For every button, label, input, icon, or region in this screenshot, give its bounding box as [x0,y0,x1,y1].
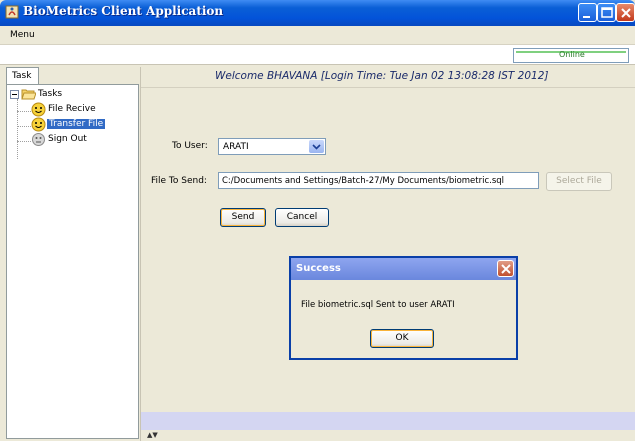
sign-out-icon [32,133,45,146]
tab-task[interactable]: Task [6,67,39,84]
dialog-title: Success [296,263,341,274]
menu-bar: Menu [0,26,635,45]
status-row: Online [0,45,635,65]
folder-open-icon [21,89,36,100]
split-handle-icon[interactable]: ▲▼ [147,431,158,439]
java-app-icon [5,5,19,19]
to-user-label: To User: [172,141,208,151]
file-path-field[interactable]: C:/Documents and Settings/Batch-27/My Do… [218,172,539,189]
task-tree: Tasks File Recive Transfer File Sign Out [6,84,139,439]
tree-root-label: Tasks [38,89,63,99]
app-window: BioMetrics Client Application Menu Onlin… [0,0,635,441]
tree-item-label: File Recive [48,104,96,114]
tree-connector [17,99,18,159]
connection-status: Online [513,48,629,63]
minimize-button[interactable] [578,3,597,22]
select-file-button[interactable]: Select File [546,172,612,191]
main-panel: Welcome BHAVANA [Login Time: Tue Jan 02 … [140,67,635,441]
connection-status-text: Online [559,50,585,59]
welcome-bar: Welcome BHAVANA [Login Time: Tue Jan 02 … [141,67,635,88]
send-button[interactable]: Send [220,208,266,227]
dialog-message: File biometric.sql Sent to user ARATI [301,300,455,310]
ok-button[interactable]: OK [370,329,434,348]
tree-connector [17,126,31,127]
file-path-value: C:/Documents and Settings/Batch-27/My Do… [222,176,505,186]
dialog-close-button[interactable] [497,260,514,277]
tree-connector [17,141,31,142]
maximize-button[interactable] [597,3,616,22]
cancel-button[interactable]: Cancel [275,208,329,227]
welcome-message: Welcome BHAVANA [Login Time: Tue Jan 02 … [215,70,549,82]
tree-connector [17,111,31,112]
smiley-icon [31,102,46,117]
window-title: BioMetrics Client Application [23,4,224,18]
menu-item-menu[interactable]: Menu [10,30,35,40]
to-user-value: ARATI [223,142,249,152]
tree-item-label: Sign Out [48,134,87,144]
to-user-select[interactable]: ARATI [218,138,326,155]
bottom-strip [141,412,635,430]
chevron-down-icon[interactable] [309,140,324,153]
title-bar[interactable]: BioMetrics Client Application [0,0,635,26]
dialog-title-bar[interactable]: Success [291,258,516,280]
close-button[interactable] [616,3,635,22]
smiley-icon [31,117,46,132]
tree-item-label: Transfer File [47,119,106,129]
left-panel: Task Tasks File Recive Transfer File Sig… [6,67,139,439]
file-to-send-label: File To Send: [151,176,207,186]
collapse-icon[interactable] [10,90,19,99]
success-dialog: Success File biometric.sql Sent to user … [289,256,518,360]
